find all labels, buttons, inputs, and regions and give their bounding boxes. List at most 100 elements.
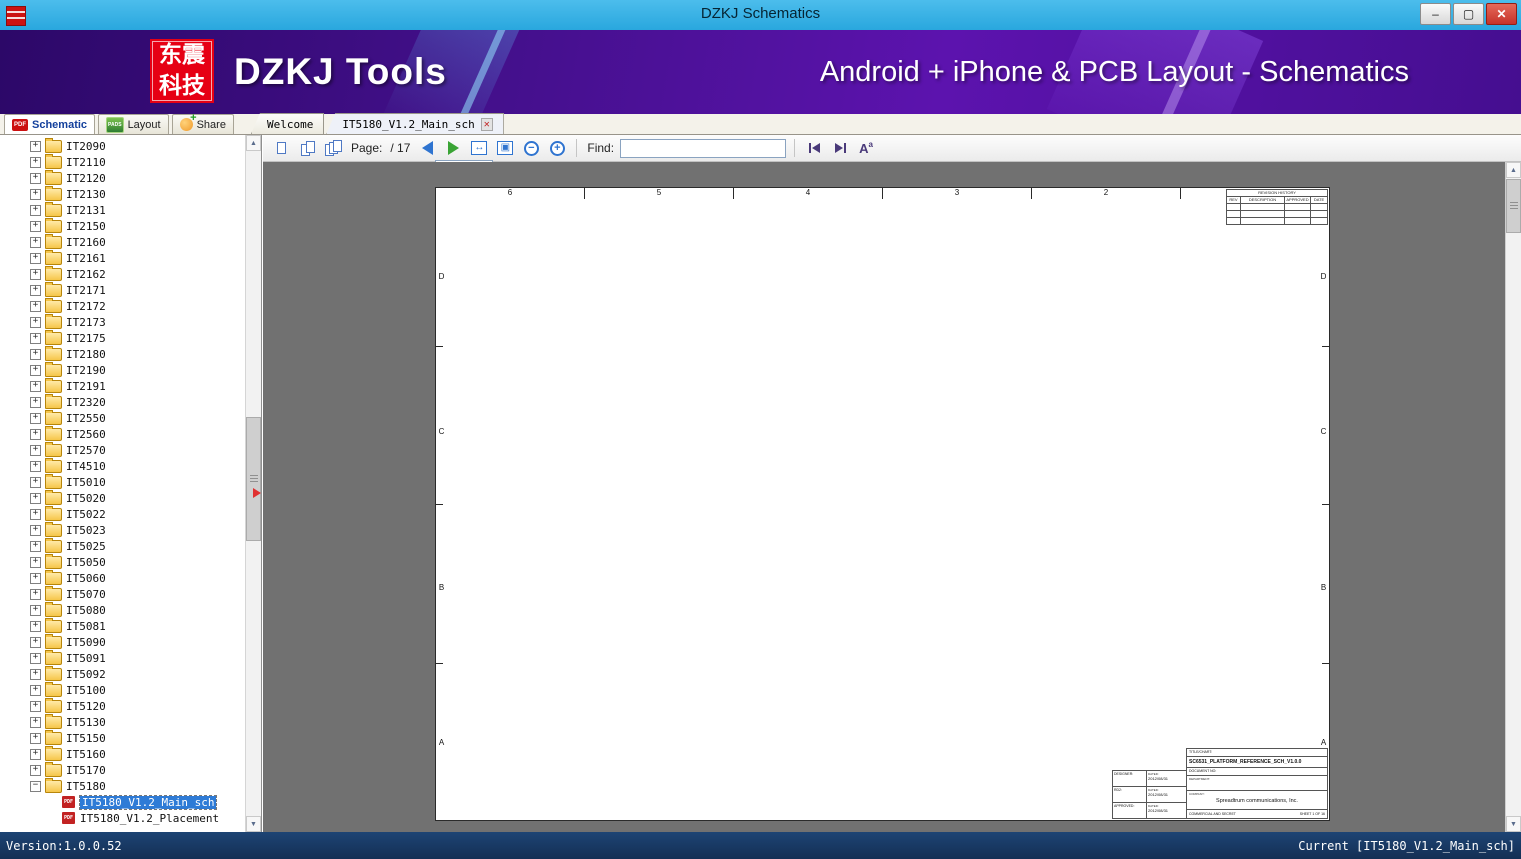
tab-schematic[interactable]: PDF Schematic	[4, 114, 96, 134]
tree-folder-IT5100[interactable]: + IT5100	[0, 681, 245, 698]
expand-icon[interactable]: +	[30, 572, 41, 584]
tree-folder-IT2120[interactable]: + IT2120	[0, 169, 245, 186]
fit-page-button[interactable]: ▣	[494, 138, 516, 158]
tree-folder-IT5070[interactable]: + IT5070	[0, 585, 245, 602]
zoom-out-button[interactable]: −	[520, 138, 542, 158]
doc-tab-it5180-main-sch[interactable]: IT5180_V1.2_Main_sch ✕	[326, 113, 504, 134]
expand-icon[interactable]: +	[30, 652, 41, 664]
expand-icon[interactable]: +	[30, 588, 41, 600]
tree-folder-IT2162[interactable]: + IT2162	[0, 265, 245, 282]
tree-folder-IT5060[interactable]: + IT5060	[0, 569, 245, 586]
expand-icon[interactable]: +	[30, 236, 41, 248]
find-input[interactable]	[620, 138, 787, 158]
scroll-down-icon[interactable]: ▼	[246, 816, 261, 832]
tree-folder-IT2090[interactable]: + IT2090	[0, 137, 245, 154]
scroll-down-icon[interactable]: ▼	[1506, 816, 1521, 832]
tree-folder-IT5022[interactable]: + IT5022	[0, 505, 245, 522]
facing-pages-view-icon[interactable]	[297, 138, 319, 158]
expand-icon[interactable]: +	[30, 316, 41, 328]
scroll-up-icon[interactable]: ▲	[1506, 162, 1521, 178]
tree-folder-IT5092[interactable]: + IT5092	[0, 665, 245, 682]
expand-icon[interactable]: +	[30, 764, 41, 776]
expand-icon[interactable]: +	[30, 604, 41, 616]
match-case-button[interactable]: Aa	[855, 138, 877, 158]
maximize-button[interactable]: ▢	[1453, 3, 1484, 25]
expand-icon[interactable]: +	[30, 732, 41, 744]
doc-tab-welcome[interactable]: Welcome	[250, 113, 325, 134]
tree-folder-IT5160[interactable]: + IT5160	[0, 745, 245, 762]
tree-folder-IT2110[interactable]: + IT2110	[0, 153, 245, 170]
tree-folder-IT5010[interactable]: + IT5010	[0, 473, 245, 490]
tab-share[interactable]: + Share	[171, 112, 234, 134]
tree-folder-IT2190[interactable]: + IT2190	[0, 361, 245, 378]
close-button[interactable]: ✕	[1486, 3, 1517, 25]
tree-folder-IT2150[interactable]: + IT2150	[0, 217, 245, 234]
expand-icon[interactable]: +	[30, 364, 41, 376]
expand-icon[interactable]: +	[30, 476, 41, 488]
expand-icon[interactable]: +	[30, 332, 41, 344]
tree-folder-IT2320[interactable]: + IT2320	[0, 393, 245, 410]
multi-page-view-icon[interactable]	[323, 138, 345, 158]
tree-folder-IT2173[interactable]: + IT2173	[0, 313, 245, 330]
expand-icon[interactable]: +	[30, 220, 41, 232]
expand-icon[interactable]: +	[30, 684, 41, 696]
tree-scrollbar[interactable]: ▲ ▼	[245, 135, 261, 832]
expand-icon[interactable]: +	[30, 204, 41, 216]
pdf-scroll-thumb[interactable]	[1506, 179, 1521, 233]
tree-folder-IT2161[interactable]: + IT2161	[0, 249, 245, 266]
expand-icon[interactable]: +	[30, 716, 41, 728]
zoom-in-button[interactable]: +	[546, 138, 568, 158]
tree-folder-IT2550[interactable]: + IT2550	[0, 409, 245, 426]
expand-icon[interactable]: +	[30, 556, 41, 568]
tree-folder-IT2172[interactable]: + IT2172	[0, 297, 245, 314]
tree-folder-IT5090[interactable]: + IT5090	[0, 633, 245, 650]
fit-width-button[interactable]: ↔	[468, 138, 490, 158]
previous-page-button[interactable]	[416, 138, 438, 158]
expand-icon[interactable]: +	[30, 748, 41, 760]
next-page-button[interactable]	[442, 138, 464, 158]
expand-icon[interactable]: +	[30, 156, 41, 168]
expand-icon[interactable]: +	[30, 636, 41, 648]
tree-folder-IT5081[interactable]: + IT5081	[0, 617, 245, 634]
find-next-button[interactable]	[829, 138, 851, 158]
expand-icon[interactable]: +	[30, 252, 41, 264]
expand-icon[interactable]: +	[30, 444, 41, 456]
tree-folder-IT2180[interactable]: + IT2180	[0, 345, 245, 362]
expand-icon[interactable]: +	[30, 508, 41, 520]
scroll-up-icon[interactable]: ▲	[246, 135, 261, 151]
minimize-button[interactable]: –	[1420, 3, 1451, 25]
expand-icon[interactable]: +	[30, 668, 41, 680]
tree-folder-IT5050[interactable]: + IT5050	[0, 553, 245, 570]
tree-folder-IT5120[interactable]: + IT5120	[0, 697, 245, 714]
tree-file-IT5180_V1.2_Placement[interactable]: PDF IT5180_V1.2_Placement	[0, 810, 245, 826]
expand-icon[interactable]: +	[30, 140, 41, 152]
expand-icon[interactable]: +	[30, 268, 41, 280]
expand-icon[interactable]: +	[30, 188, 41, 200]
expand-icon[interactable]: +	[30, 460, 41, 472]
tree-folder-IT2560[interactable]: + IT2560	[0, 425, 245, 442]
expand-icon[interactable]: +	[30, 540, 41, 552]
tab-layout[interactable]: PADS Layout	[98, 114, 169, 134]
tree-folder-IT2130[interactable]: + IT2130	[0, 185, 245, 202]
tree-file-IT5180_V1.2_Main_sch[interactable]: PDF IT5180_V1.2_Main_sch	[0, 794, 245, 810]
tree-folder-IT5130[interactable]: + IT5130	[0, 713, 245, 730]
expand-icon[interactable]: +	[30, 428, 41, 440]
tree-folder-IT2171[interactable]: + IT2171	[0, 281, 245, 298]
single-page-view-icon[interactable]	[271, 138, 293, 158]
expand-icon[interactable]: +	[30, 396, 41, 408]
pdf-scrollbar[interactable]: ▲ ▼	[1505, 162, 1521, 832]
expand-icon[interactable]: +	[30, 380, 41, 392]
tree-folder-IT5020[interactable]: + IT5020	[0, 489, 245, 506]
tree-folder-IT5150[interactable]: + IT5150	[0, 729, 245, 746]
expand-icon[interactable]: +	[30, 284, 41, 296]
expand-icon[interactable]: +	[30, 348, 41, 360]
close-tab-icon[interactable]: ✕	[480, 117, 493, 131]
expand-icon[interactable]: +	[30, 620, 41, 632]
tree-folder-IT5023[interactable]: + IT5023	[0, 521, 245, 538]
tree-folder-IT2160[interactable]: + IT2160	[0, 233, 245, 250]
tree-folder-IT2131[interactable]: + IT2131	[0, 201, 245, 218]
expand-icon[interactable]: +	[30, 172, 41, 184]
expand-icon[interactable]: −	[30, 780, 41, 792]
expand-icon[interactable]: +	[30, 412, 41, 424]
expand-icon[interactable]: +	[30, 492, 41, 504]
